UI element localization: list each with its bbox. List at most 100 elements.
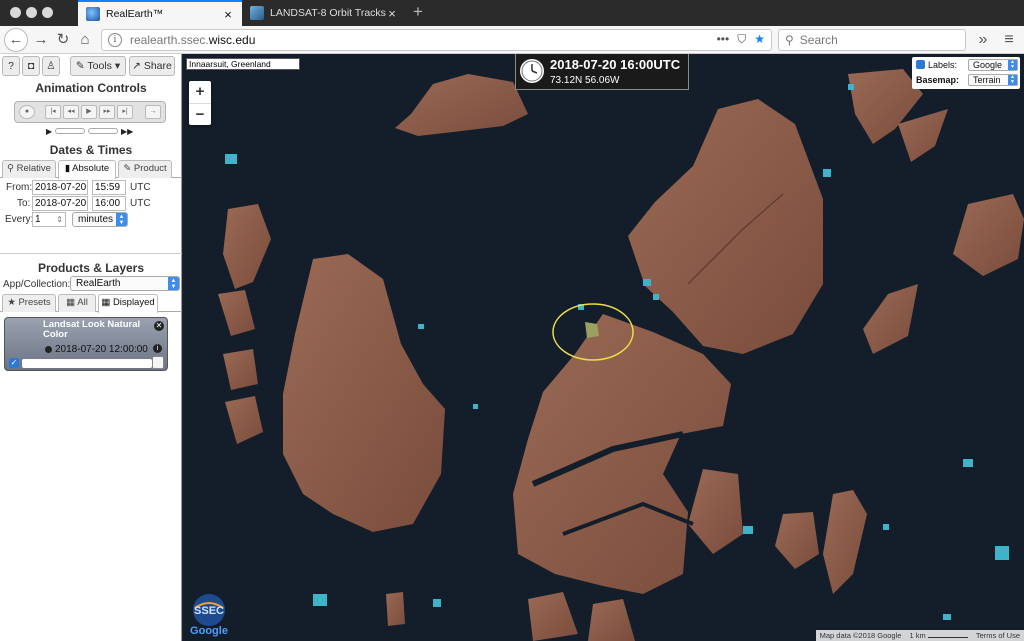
help-button[interactable]: ? [2,56,20,76]
search-placeholder: Search [799,33,838,47]
datetime-overlay: 2018-07-20 16:00UTC 73.12N 56.06W [515,54,689,90]
layer-card[interactable]: Landsat Look Natural Color ✕ 2018-07-20 … [4,317,168,371]
dates-times-title: Dates & Times [49,143,133,157]
chevron-down-icon: ▲ ▼ [168,277,179,290]
labels-select[interactable]: Google ▲ ▼ [968,59,1018,71]
navigation-bar: ← → ↻ ⌂ i realearth.ssec. wisc.edu ••• ⛉ … [0,26,1024,54]
from-date-input[interactable]: 2018-07-20 [32,180,88,195]
landsat-favicon-icon [250,6,264,20]
labels-label: Labels: [928,60,958,70]
zoom-out-button[interactable]: − [189,103,211,125]
basemap-value: Terrain [973,75,1001,85]
labels-value: Google [973,60,1003,70]
to-time-input[interactable]: 16:00 [92,196,126,211]
layer-opacity-slider[interactable] [22,359,152,368]
search-field[interactable]: ⚲ Search [778,29,966,51]
from-time-input[interactable]: 15:59 [92,180,126,195]
tab-product[interactable]: ✎ Product [118,160,172,178]
minimize-window-icon[interactable] [26,7,37,18]
product-list-tabs: ★ Presets ▦ All ▦ Displayed [0,294,182,313]
tab-absolute[interactable]: ▮ Absolute [58,160,116,179]
close-tab-icon[interactable]: × [222,7,234,22]
zoom-in-button[interactable]: + [189,81,211,103]
products-layers-title: Products & Layers [37,261,145,275]
labels-checkbox[interactable] [916,60,925,69]
dwell-slider[interactable] [88,128,118,134]
new-tab-button[interactable]: + [408,2,428,22]
map-viewport[interactable]: Innaarsuit, Greenland + − 2018-07-20 16:… [183,54,1024,641]
url-host-prefix: realearth.ssec. [130,33,209,47]
from-label: From: [6,182,33,193]
stepper-icon[interactable]: ⇕ [56,213,63,226]
scale-bar: 1 km [909,630,968,641]
tab-landsat-orbit-tracks[interactable]: LANDSAT-8 Orbit Tracks × [242,0,406,26]
tab-relative[interactable]: ⚲ Relative [2,160,56,178]
maximize-window-icon[interactable] [42,7,53,18]
divider [0,253,182,254]
to-label: To: [17,198,31,209]
speed-slow-icon: ▶ [46,127,53,136]
layer-visible-checkbox[interactable]: ✓ [9,358,19,368]
close-tab-icon[interactable]: × [386,6,398,21]
basemap-label: Basemap: [916,75,960,85]
layer-info-icon[interactable]: i [153,344,162,353]
every-unit-select[interactable]: minutes ▲ ▼ [72,212,128,227]
speed-slider[interactable] [55,128,85,134]
first-frame-button[interactable]: |◂ [45,105,61,119]
layer-time: 2018-07-20 12:00:00 [55,344,148,355]
app-collection-label: App/Collection: [3,279,71,290]
share-button[interactable]: ↗ Share [129,56,175,76]
animation-controls-title: Animation Controls [35,81,147,95]
date-mode-tabs: ⚲ Relative ▮ Absolute ✎ Product [0,160,182,179]
chevron-down-icon: ▲ ▼ [1008,60,1017,70]
app-collection-select[interactable]: RealEarth ▲ ▼ [70,276,180,291]
basemap-select[interactable]: Terrain ▲ ▼ [968,74,1018,86]
next-arrow-button[interactable]: → [145,105,161,119]
page-actions-icon[interactable]: ••• [717,32,730,47]
cursor-coordinates: 73.12N 56.06W [550,75,620,86]
to-date-input[interactable]: 2018-07-20 [32,196,88,211]
tab-realearth[interactable]: RealEarth™ × [78,0,242,26]
forward-button[interactable]: → [30,30,52,50]
address-bar[interactable]: i realearth.ssec. wisc.edu ••• ⛉ ★ [101,29,772,51]
terms-of-use-link[interactable]: Terms of Use [976,630,1020,641]
location-search-input[interactable]: Innaarsuit, Greenland [186,58,300,70]
tab-displayed[interactable]: ▦ Displayed [98,294,158,313]
ssec-logo: SSEC Google [187,592,231,638]
every-label: Every: [5,214,34,225]
hamburger-menu-button[interactable]: ≡ [998,30,1020,50]
reload-button[interactable]: ↻ [52,30,74,50]
every-value: 1 [35,214,41,225]
clock-icon [520,59,544,83]
overflow-menu-button[interactable]: » [972,30,994,50]
remove-layer-icon[interactable]: ✕ [154,321,164,331]
pocket-icon[interactable]: ⛉ [737,32,746,47]
close-window-icon[interactable] [10,7,21,18]
every-unit-value: minutes [78,214,114,225]
sidebar: ? ◘ ♙ ✎ Tools ▾ ↗ Share Animation Contro… [0,54,182,641]
play-button[interactable]: ▶ [81,105,97,119]
site-info-icon[interactable]: i [108,33,122,47]
ssec-favicon-icon [86,7,100,21]
home-button[interactable]: ⌂ [74,30,96,50]
bookmark-star-icon[interactable]: ★ [754,32,765,47]
logo-text-ssec: SSEC [194,605,224,617]
tab-all[interactable]: ▦ All [58,294,96,312]
tab-presets[interactable]: ★ Presets [2,294,56,312]
url-host-main: wisc.edu [208,33,256,47]
last-frame-button[interactable]: ▸| [117,105,133,119]
tab-strip: RealEarth™ × LANDSAT-8 Orbit Tracks × + [0,0,1024,26]
tools-menu-button[interactable]: ✎ Tools ▾ [70,56,126,76]
step-forward-button[interactable]: ▸▸ [99,105,115,119]
logo-text-google: Google [190,625,228,637]
every-interval-input[interactable]: 1 ⇕ [32,212,66,227]
step-back-button[interactable]: ◂◂ [63,105,79,119]
snapshot-button[interactable]: ◘ [22,56,40,76]
to-utc-label: UTC [130,198,151,209]
from-utc-label: UTC [130,182,151,193]
account-button[interactable]: ♙ [42,56,60,76]
layer-name: Landsat Look Natural Color [43,319,141,340]
layer-opacity-handle[interactable] [152,356,164,369]
back-button[interactable]: ← [4,28,28,52]
animation-loop-button[interactable]: ● [19,105,35,119]
